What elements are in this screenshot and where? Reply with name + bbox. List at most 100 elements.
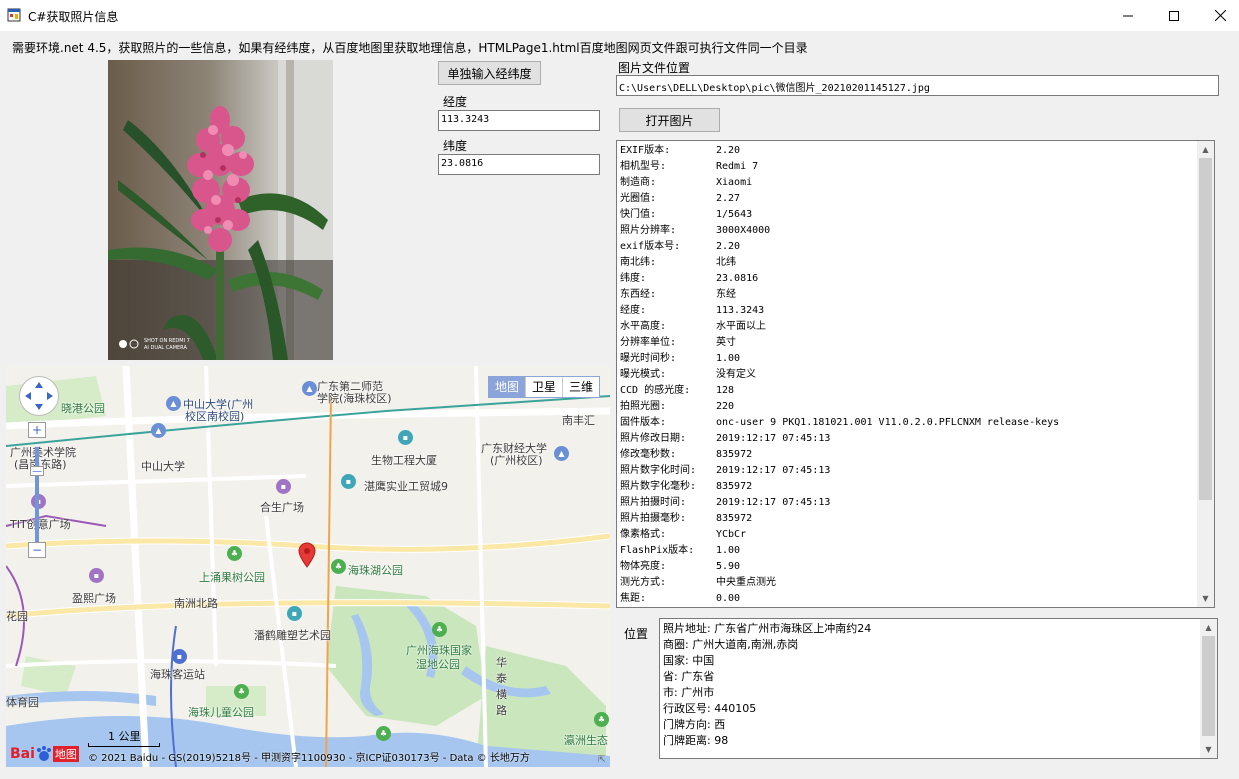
map-type-3d[interactable]: 三维 — [563, 377, 599, 397]
scroll-thumb[interactable] — [1202, 636, 1215, 736]
minimize-button[interactable] — [1105, 0, 1151, 31]
exif-key: CCD 的感光度: — [620, 385, 691, 396]
location-scrollbar[interactable]: ▲ ▼ — [1200, 619, 1217, 758]
map-poi-label[interactable]: 生物工程大厦 — [371, 452, 437, 468]
map-poi-label[interactable]: 中山大学 — [141, 458, 185, 474]
zoom-slider-handle[interactable]: — — [30, 466, 44, 477]
scroll-thumb[interactable] — [1199, 158, 1212, 500]
exif-value: 128 — [716, 385, 735, 396]
map-poi-label[interactable]: 瀛洲生态 — [564, 732, 608, 748]
scroll-up-icon[interactable]: ▲ — [1197, 141, 1214, 158]
scroll-up-icon[interactable]: ▲ — [1200, 619, 1217, 636]
shop-icon[interactable]: ▪ — [89, 568, 104, 583]
exif-key: FlashPix版本: — [620, 545, 695, 556]
school-icon[interactable]: ▲ — [554, 446, 569, 461]
exif-value: onc-user 9 PKQ1.181021.001 V11.0.2.0.PFL… — [716, 417, 1060, 428]
exif-key: 照片数字化时间: — [620, 465, 697, 476]
map-poi-label[interactable]: 路 — [496, 702, 507, 718]
location-pin-icon[interactable] — [297, 542, 317, 568]
baidu-logo-suffix: 地图 — [52, 746, 79, 762]
building-icon[interactable]: ▪ — [341, 474, 356, 489]
exif-key: 物体亮度: — [620, 561, 667, 572]
map-poi-label[interactable]: 学院(海珠校区) — [317, 390, 392, 406]
app-icon — [7, 8, 21, 22]
manual-input-button[interactable]: 单独输入经纬度 — [438, 61, 541, 85]
exif-value: 835972 — [716, 481, 753, 492]
exif-value: 113.3243 — [716, 305, 765, 316]
map-poi-label[interactable]: TIT创意广场 — [10, 516, 71, 532]
map-type-satellite[interactable]: 卫星 — [526, 377, 564, 397]
close-icon — [1214, 10, 1226, 21]
park-icon[interactable]: ♣ — [376, 726, 391, 741]
location-row: 行政区号: 440105 — [663, 702, 757, 715]
exif-value: 2019:12:17 07:45:13 — [716, 497, 831, 508]
school-icon[interactable]: ▲ — [302, 381, 317, 396]
map-poi-label[interactable]: 海珠客运站 — [150, 666, 205, 682]
path-label: 图片文件位置 — [618, 61, 691, 75]
map-poi-label[interactable]: 南洲北路 — [174, 595, 218, 611]
scroll-down-icon[interactable]: ▼ — [1200, 741, 1217, 758]
map-type-switch[interactable]: 地图 卫星 三维 — [488, 376, 601, 398]
path-input[interactable]: C:\Users\DELL\Desktop\pic\微信图片_202102011… — [616, 75, 1219, 96]
exif-row: 曝光模式: 没有定义 — [620, 367, 1196, 383]
map-poi-label[interactable]: 华 — [496, 654, 507, 670]
bus-station-icon[interactable]: ▪ — [172, 649, 187, 664]
shop-icon[interactable]: ▪ — [276, 479, 291, 494]
exif-row: 南北纬: 北纬 — [620, 255, 1196, 271]
exif-value: 2.20 — [716, 241, 741, 252]
exif-key: 曝光模式: — [620, 369, 667, 380]
baidu-map[interactable]: 广东第二师范 学院(海珠校区) 中山大学(广州 校区南校园) 晓港公园 广州美术学院 (昌岗… — [6, 366, 610, 767]
map-poi-label[interactable]: 晓港公园 — [61, 400, 105, 416]
exif-row: 物体亮度: 5.90 — [620, 559, 1196, 575]
park-icon[interactable]: ♣ — [432, 622, 447, 637]
exif-value: 1/5643 — [716, 209, 753, 220]
open-image-button[interactable]: 打开图片 — [619, 108, 720, 132]
map-poi-label[interactable]: 潘鹤雕塑艺术园 — [254, 627, 331, 643]
park-icon[interactable]: ♣ — [227, 546, 242, 561]
map-type-map[interactable]: 地图 — [489, 377, 527, 397]
map-poi-label[interactable]: 南丰汇 — [562, 412, 595, 428]
map-pan-control[interactable] — [19, 376, 59, 416]
map-poi-label[interactable]: 合生广场 — [260, 499, 304, 515]
latitude-input[interactable]: 23.0816 — [438, 154, 600, 175]
close-button[interactable] — [1197, 0, 1239, 31]
map-poi-label[interactable]: 校区南校园) — [185, 408, 244, 424]
longitude-input[interactable]: 113.3243 — [438, 110, 600, 131]
zoom-in-button[interactable]: + — [28, 422, 46, 438]
exif-value: 3000X4000 — [716, 225, 771, 236]
map-poi-label[interactable]: 横 — [496, 686, 507, 702]
exif-scrollbar[interactable]: ▲ ▼ — [1197, 141, 1214, 607]
map-poi-label[interactable]: 泰 — [496, 670, 507, 686]
photo-preview: SHOT ON REDMI 7 AI DUAL CAMERA — [108, 60, 333, 360]
map-poi-label[interactable]: 花园 — [6, 608, 28, 624]
exif-textbox[interactable]: EXIF版本: 2.20 相机型号: Redmi 7 制造商: Xiaomi 光圈值: 2.2… — [616, 140, 1215, 608]
exif-row: 曝光时间秒: 1.00 — [620, 351, 1196, 367]
map-poi-label[interactable]: 上涌果树公园 — [199, 569, 265, 585]
building-icon[interactable]: ▪ — [398, 430, 413, 445]
exif-row: 照片数字化时间: 2019:12:17 07:45:13 — [620, 463, 1196, 479]
resize-corner-icon[interactable]: ⇱ — [598, 755, 608, 765]
building-icon[interactable]: ▪ — [287, 606, 302, 621]
exif-value: 英寸 — [716, 337, 736, 348]
scroll-down-icon[interactable]: ▼ — [1197, 590, 1214, 607]
school-icon[interactable]: ▲ — [166, 396, 181, 411]
zoom-slider[interactable] — [35, 447, 39, 542]
photo-watermark-2: AI DUAL CAMERA — [144, 345, 187, 351]
map-poi-label[interactable]: 海珠儿童公园 — [188, 704, 254, 720]
map-poi-label[interactable]: 湛鹰实业工贸城9 — [364, 478, 448, 494]
park-icon[interactable]: ♣ — [594, 712, 609, 727]
exif-row: 相机型号: Redmi 7 — [620, 159, 1196, 175]
zoom-out-button[interactable]: − — [28, 542, 46, 558]
map-poi-label[interactable]: 湿地公园 — [416, 656, 460, 672]
baidu-paw-icon — [36, 746, 51, 761]
map-poi-label[interactable]: 体育园 — [6, 694, 39, 710]
location-textbox[interactable]: 照片地址: 广东省广州市海珠区上冲南约24 商圈: 广州大道南,南洲,赤岗 国家: … — [659, 618, 1218, 759]
map-poi-label[interactable]: 盈熙广场 — [72, 590, 116, 606]
school-icon[interactable]: ▲ — [151, 423, 166, 438]
park-icon[interactable]: ♣ — [234, 684, 249, 699]
map-poi-label[interactable]: 海珠湖公园 — [348, 562, 403, 578]
map-poi-label[interactable]: (广州校区) — [490, 452, 543, 468]
park-icon[interactable]: ♣ — [331, 559, 346, 574]
maximize-button[interactable] — [1151, 0, 1197, 31]
exif-key: 照片拍摄时间: — [620, 497, 687, 508]
